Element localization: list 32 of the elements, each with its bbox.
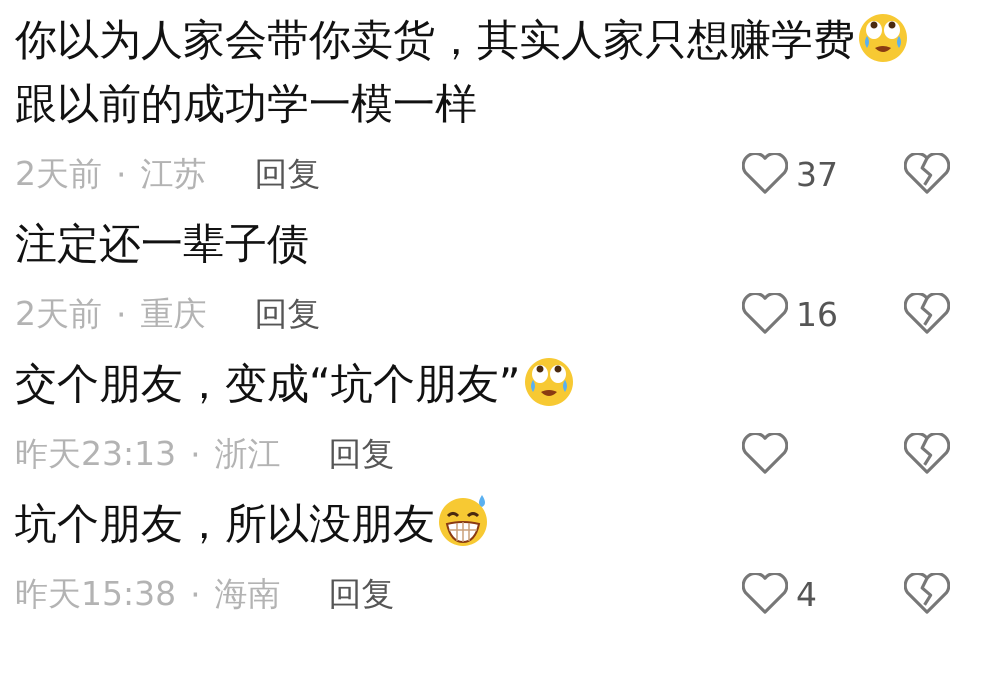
broken-heart-icon[interactable] bbox=[904, 573, 950, 615]
heart-icon[interactable] bbox=[742, 573, 788, 615]
reply-link[interactable]: 回复 bbox=[254, 292, 320, 336]
like-count: 4 bbox=[796, 574, 817, 614]
comment-time: 昨天23:13 bbox=[15, 432, 176, 474]
comment-text: 注定还一辈子债 bbox=[15, 219, 309, 268]
reply-link[interactable]: 回复 bbox=[328, 572, 395, 616]
comment-time: 2天前 bbox=[15, 292, 102, 334]
comment-location: 重庆 bbox=[140, 292, 206, 334]
reply-link[interactable]: 回复 bbox=[328, 432, 395, 476]
comment-location: 海南 bbox=[214, 572, 281, 614]
comment-location: 江苏 bbox=[140, 152, 206, 194]
comment-location: 浙江 bbox=[214, 432, 281, 474]
heart-icon[interactable] bbox=[742, 433, 788, 475]
like-count: 37 bbox=[796, 154, 838, 194]
comment-text: 你以为人家会带你卖货，其实人家只想赚学费 bbox=[15, 15, 855, 64]
comment-text: 交个朋友，变成“坑个朋友” bbox=[15, 359, 521, 408]
heart-icon[interactable] bbox=[742, 293, 788, 335]
broken-heart-icon[interactable] bbox=[904, 293, 950, 335]
separator-dot: · bbox=[190, 574, 201, 614]
comment-text: 跟以前的成功学一模一样 bbox=[15, 79, 477, 128]
separator-dot: · bbox=[190, 434, 201, 474]
separator-dot: · bbox=[116, 154, 126, 194]
comment-text: 坑个朋友，所以没朋友 bbox=[15, 499, 435, 548]
comment-time: 昨天15:38 bbox=[15, 572, 176, 614]
separator-dot: · bbox=[116, 294, 126, 334]
broken-heart-icon[interactable] bbox=[904, 153, 950, 195]
broken-heart-icon[interactable] bbox=[904, 433, 950, 475]
heart-icon[interactable] bbox=[742, 153, 788, 195]
reply-link[interactable]: 回复 bbox=[254, 152, 320, 196]
comment-time: 2天前 bbox=[15, 152, 102, 194]
like-count: 16 bbox=[796, 294, 838, 334]
